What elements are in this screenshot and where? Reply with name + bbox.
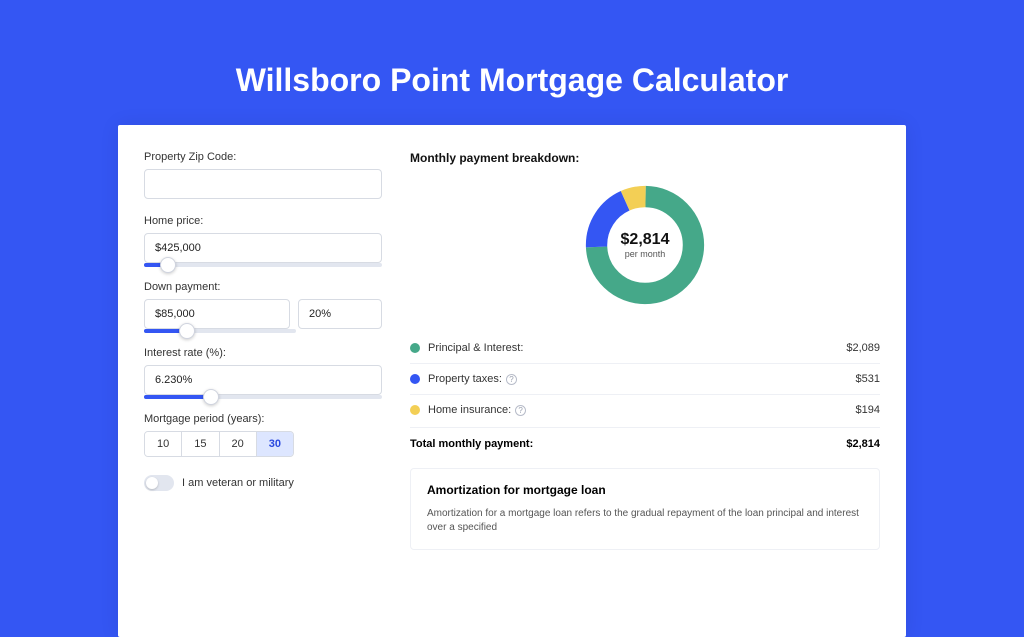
line-item-insurance: Home insurance: ? $194 [410, 394, 880, 425]
interest-input[interactable] [144, 365, 382, 395]
donut-chart: $2,814 per month [581, 181, 709, 309]
breakdown-title: Monthly payment breakdown: [410, 151, 880, 165]
down-payment-field: Down payment: [144, 281, 382, 333]
period-label: Mortgage period (years): [144, 413, 382, 425]
slider-thumb[interactable] [160, 257, 176, 273]
period-option-10[interactable]: 10 [145, 432, 182, 456]
veteran-toggle[interactable] [144, 475, 174, 491]
line-label: Principal & Interest: [428, 342, 846, 354]
interest-label: Interest rate (%): [144, 347, 382, 359]
calculator-card: Property Zip Code: Home price: Down paym… [118, 125, 906, 637]
zip-label: Property Zip Code: [144, 151, 382, 163]
down-payment-slider[interactable] [144, 329, 296, 333]
down-payment-label: Down payment: [144, 281, 382, 293]
line-label: Property taxes: ? [428, 373, 856, 385]
zip-input[interactable] [144, 169, 382, 199]
zip-field: Property Zip Code: [144, 151, 382, 201]
slider-thumb[interactable] [179, 323, 195, 339]
donut-center-sub: per month [625, 249, 666, 259]
info-icon[interactable]: ? [515, 405, 526, 416]
toggle-knob [146, 477, 158, 489]
veteran-label: I am veteran or military [182, 477, 294, 489]
line-value: $2,089 [846, 342, 880, 354]
line-item-taxes: Property taxes: ? $531 [410, 363, 880, 394]
period-field: Mortgage period (years): 10 15 20 30 [144, 413, 382, 457]
donut-chart-wrap: $2,814 per month [410, 181, 880, 309]
line-item-principal: Principal & Interest: $2,089 [410, 333, 880, 363]
donut-center-amount: $2,814 [621, 231, 670, 249]
period-option-15[interactable]: 15 [182, 432, 219, 456]
amortization-body: Amortization for a mortgage loan refers … [427, 507, 863, 535]
period-option-30[interactable]: 30 [257, 432, 293, 456]
total-value: $2,814 [846, 438, 880, 450]
info-icon[interactable]: ? [506, 374, 517, 385]
line-value: $531 [856, 373, 880, 385]
total-label: Total monthly payment: [410, 438, 846, 450]
legend-dot-icon [410, 374, 420, 384]
form-panel: Property Zip Code: Home price: Down paym… [144, 151, 382, 611]
slider-thumb[interactable] [203, 389, 219, 405]
period-button-group: 10 15 20 30 [144, 431, 294, 457]
amortization-title: Amortization for mortgage loan [427, 483, 863, 497]
interest-field: Interest rate (%): [144, 347, 382, 399]
home-price-input[interactable] [144, 233, 382, 263]
page-title: Willsboro Point Mortgage Calculator [0, 0, 1024, 125]
home-price-label: Home price: [144, 215, 382, 227]
line-value: $194 [856, 404, 880, 416]
home-price-field: Home price: [144, 215, 382, 267]
interest-slider[interactable] [144, 395, 382, 399]
veteran-row: I am veteran or military [144, 475, 382, 491]
total-row: Total monthly payment: $2,814 [410, 427, 880, 450]
amortization-card: Amortization for mortgage loan Amortizat… [410, 468, 880, 550]
period-option-20[interactable]: 20 [220, 432, 257, 456]
down-payment-pct-input[interactable] [298, 299, 382, 329]
breakdown-panel: Monthly payment breakdown: $2,814 per mo… [410, 151, 880, 611]
home-price-slider[interactable] [144, 263, 382, 267]
line-label: Home insurance: ? [428, 404, 856, 416]
legend-dot-icon [410, 405, 420, 415]
legend-dot-icon [410, 343, 420, 353]
down-payment-input[interactable] [144, 299, 290, 329]
